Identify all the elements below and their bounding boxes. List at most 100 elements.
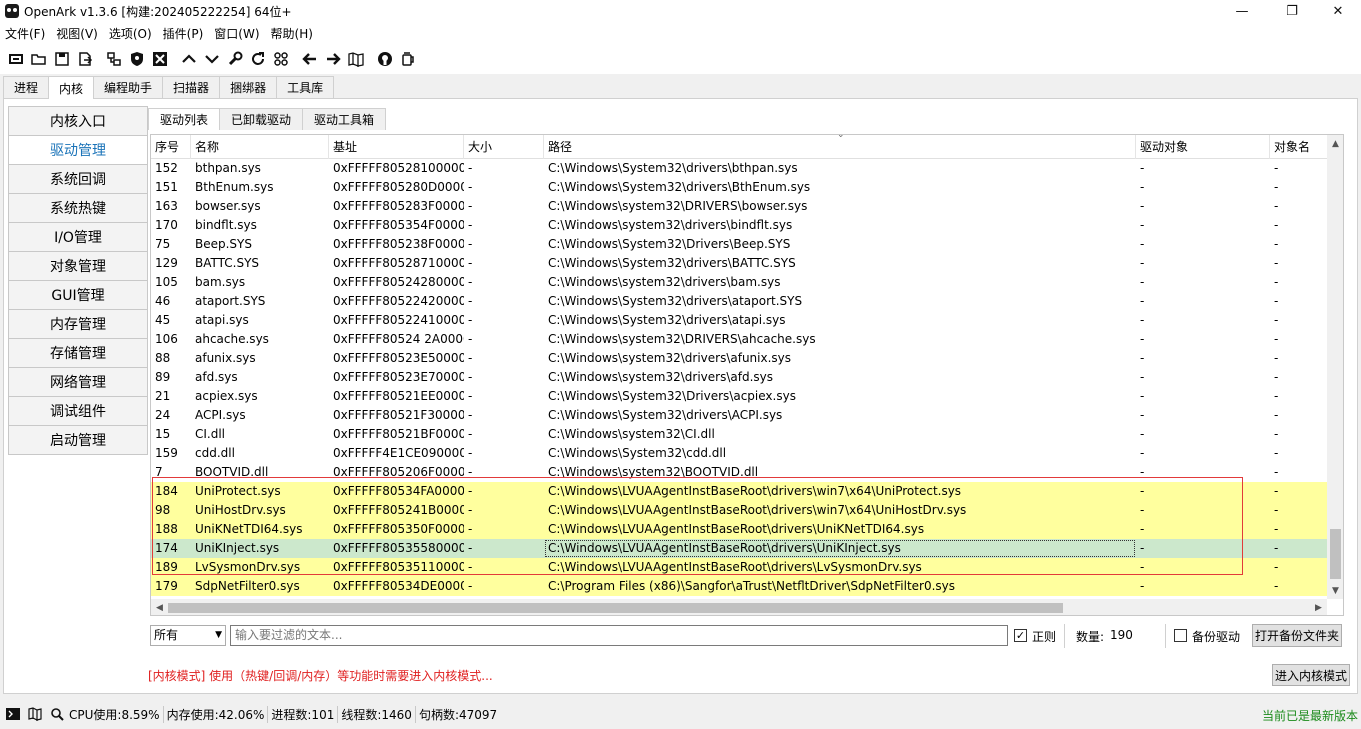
table-row[interactable]: 24 ACPI.sys 0xFFFFF80521F30000- C:\Windows\…: [151, 406, 1327, 425]
menu-file[interactable]: 文件(F): [0, 25, 51, 42]
cell-base: 0xFFFFF80523E50000: [333, 351, 464, 365]
table-row[interactable]: 98 UniHostDrv.sys 0xFFFFF805241B0000- C:\Wi…: [151, 501, 1327, 520]
sidebar-item-gui-manager[interactable]: GUI管理: [8, 280, 148, 310]
arrow-down-icon[interactable]: [200, 47, 223, 71]
scroll-left-icon[interactable]: ◀: [151, 599, 168, 615]
tab-toolkit[interactable]: 工具库: [276, 76, 335, 98]
col-index[interactable]: 序号: [151, 135, 191, 159]
table-row[interactable]: 174 UniKInject.sys 0xFFFFF80535580000- C:\W…: [151, 539, 1327, 558]
scroll-down-icon[interactable]: ▼: [1327, 582, 1343, 599]
col-size[interactable]: 大小: [464, 135, 544, 159]
col-object-name[interactable]: 对象名: [1270, 135, 1327, 159]
tab-process[interactable]: 进程: [3, 76, 50, 98]
cell-base: 0xFFFFF805280D0000: [333, 180, 464, 194]
table-row[interactable]: 152 bthpan.sys 0xFFFFF80528100000- C:\Windo…: [151, 159, 1327, 178]
table-row[interactable]: 184 UniProtect.sys 0xFFFFF80534FA0000- C:\W…: [151, 482, 1327, 501]
regex-checkbox[interactable]: ✓: [1014, 629, 1027, 642]
table-row[interactable]: 170 bindflt.sys 0xFFFFF805354F0000- C:\Wind…: [151, 216, 1327, 235]
table-row[interactable]: 89 afd.sys 0xFFFFF80523E70000- C:\Windows\s…: [151, 368, 1327, 387]
sidebar-item-storage-manager[interactable]: 存储管理: [8, 338, 148, 368]
horizontal-scroll-thumb[interactable]: [168, 603, 1063, 613]
arrow-left-icon[interactable]: [298, 47, 321, 71]
maximize-button[interactable]: ❐: [1269, 0, 1315, 22]
sidebar-item-object-manager[interactable]: 对象管理: [8, 251, 148, 281]
console-icon[interactable]: [4, 47, 27, 71]
sidebar-item-network-manager[interactable]: 网络管理: [8, 367, 148, 397]
sidebar-item-startup-manager[interactable]: 启动管理: [8, 425, 148, 455]
open-folder-icon[interactable]: [27, 47, 50, 71]
table-row[interactable]: 129 BATTC.SYS 0xFFFFF80528710000- C:\Window…: [151, 254, 1327, 273]
table-row[interactable]: 46 ataport.SYS 0xFFFFF80522420000- C:\Windo…: [151, 292, 1327, 311]
tab-bundler[interactable]: 捆绑器: [219, 76, 278, 98]
menu-help[interactable]: 帮助(H): [266, 25, 319, 42]
sidebar-item-system-callbacks[interactable]: 系统回调: [8, 164, 148, 194]
table-row[interactable]: 88 afunix.sys 0xFFFFF80523E50000- C:\Window…: [151, 349, 1327, 368]
open-backup-folder-button[interactable]: 打开备份文件夹: [1252, 624, 1342, 647]
vertical-scrollbar[interactable]: ▲ ▼: [1327, 135, 1343, 599]
export-icon[interactable]: [73, 47, 96, 71]
search-icon[interactable]: [48, 705, 66, 723]
table-row[interactable]: 188 UniKNetTDI64.sys 0xFFFFF805350F0000- C:…: [151, 520, 1327, 539]
sidebar-item-system-hotkeys[interactable]: 系统热键: [8, 193, 148, 223]
table-row[interactable]: 15 CI.dll 0xFFFFF80521BF0000- C:\Windows\sy…: [151, 425, 1327, 444]
cell-driver-object: -: [1140, 351, 1145, 365]
terminal-icon[interactable]: [4, 705, 22, 723]
github-icon[interactable]: [373, 47, 396, 71]
tab-scanner[interactable]: 扫描器: [162, 76, 221, 98]
menu-options[interactable]: 选项(O): [104, 25, 158, 42]
tab-driver-list[interactable]: 驱动列表: [148, 108, 221, 130]
scroll-up-icon[interactable]: ▲: [1327, 135, 1343, 152]
col-base[interactable]: 基址: [329, 135, 464, 159]
map-icon[interactable]: [26, 705, 44, 723]
sidebar-item-debug-components[interactable]: 调试组件: [8, 396, 148, 426]
table-row[interactable]: 151 BthEnum.sys 0xFFFFF805280D0000- C:\Wind…: [151, 178, 1327, 197]
col-name[interactable]: 名称: [191, 135, 329, 159]
jar-icon[interactable]: [396, 47, 419, 71]
sidebar-item-io-manager[interactable]: I/O管理: [8, 222, 148, 252]
table-row[interactable]: 21 acpiex.sys 0xFFFFF80521EE0000- C:\Window…: [151, 387, 1327, 406]
horizontal-scrollbar[interactable]: ◀ ▶: [151, 599, 1327, 615]
save-icon[interactable]: [50, 47, 73, 71]
menu-view[interactable]: 视图(V): [51, 25, 104, 42]
table-row[interactable]: 159 cdd.dll 0xFFFFF4E1CE090000- C:\Windows\…: [151, 444, 1327, 463]
cell-name: CI.dll: [195, 427, 226, 441]
table-row[interactable]: 179 SdpNetFilter0.sys 0xFFFFF80534DE0000- C…: [151, 577, 1327, 596]
wrench-icon[interactable]: [223, 47, 246, 71]
table-row[interactable]: 45 atapi.sys 0xFFFFF80522410000- C:\Windows…: [151, 311, 1327, 330]
tab-driver-toolbox[interactable]: 驱动工具箱: [302, 108, 387, 130]
table-row[interactable]: 189 LvSysmonDrv.sys 0xFFFFF80535110000- C:\…: [151, 558, 1327, 577]
tab-coding-helper[interactable]: 编程助手: [93, 76, 164, 98]
sidebar-item-driver-manager[interactable]: 驱动管理: [8, 135, 148, 165]
table-row[interactable]: 7 BOOTVID.dll 0xFFFFF805206F0000- C:\Window…: [151, 463, 1327, 482]
cell-driver-object: -: [1140, 560, 1145, 574]
grid-icon[interactable]: [269, 47, 292, 71]
map-icon[interactable]: [344, 47, 367, 71]
filter-input[interactable]: 输入要过滤的文本...: [230, 625, 1008, 646]
filter-scope-select[interactable]: 所有 ▼: [150, 625, 226, 646]
enter-kernel-mode-button[interactable]: 进入内核模式: [1272, 664, 1350, 686]
table-row[interactable]: 75 Beep.SYS 0xFFFFF805238F0000- C:\Windows\…: [151, 235, 1327, 254]
close-box-icon[interactable]: [148, 47, 171, 71]
table-row[interactable]: 163 bowser.sys 0xFFFFF805283F0000- C:\Windo…: [151, 197, 1327, 216]
menu-plugins[interactable]: 插件(P): [158, 25, 210, 42]
vertical-scroll-thumb[interactable]: [1330, 529, 1341, 579]
shield-icon[interactable]: [125, 47, 148, 71]
arrow-right-icon[interactable]: [321, 47, 344, 71]
minimize-button[interactable]: —: [1219, 0, 1265, 22]
cell-index: 184: [155, 484, 178, 498]
cell-driver-object: -: [1140, 446, 1145, 460]
scroll-right-icon[interactable]: ▶: [1310, 599, 1327, 615]
menu-window[interactable]: 窗口(W): [209, 25, 265, 42]
link-icon[interactable]: [102, 47, 125, 71]
arrow-up-icon[interactable]: [177, 47, 200, 71]
tab-unloaded-drivers[interactable]: 已卸载驱动: [219, 108, 304, 130]
refresh-icon[interactable]: [246, 47, 269, 71]
backup-driver-checkbox[interactable]: [1174, 629, 1187, 642]
sidebar-item-memory-manager[interactable]: 内存管理: [8, 309, 148, 339]
table-row[interactable]: 105 bam.sys 0xFFFFF80524280000- C:\Windows\…: [151, 273, 1327, 292]
table-row[interactable]: 106 ahcache.sys 0xFFFFF80524 2A0000- C:\Win…: [151, 330, 1327, 349]
tab-kernel[interactable]: 内核: [48, 76, 95, 99]
sidebar-item-kernel-entry[interactable]: 内核入口: [8, 106, 148, 136]
close-button[interactable]: ✕: [1315, 0, 1361, 22]
col-driver-object[interactable]: 驱动对象: [1136, 135, 1270, 159]
